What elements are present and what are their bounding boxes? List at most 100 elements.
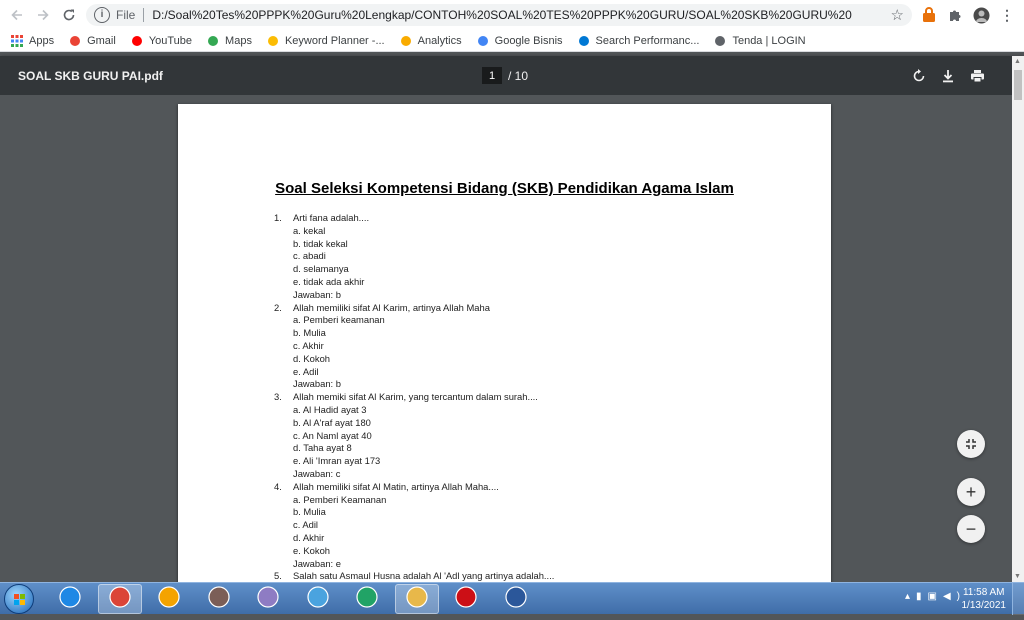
word-icon <box>504 585 528 614</box>
question-number: 4. <box>274 480 282 492</box>
pdf-toolbar: SOAL SKB GURU PAI.pdf / 10 <box>0 56 1024 95</box>
taskbar-app-button[interactable] <box>444 584 488 614</box>
start-button[interactable] <box>4 584 34 614</box>
document-heading: Soal Seleksi Kompetensi Bidang (SKB) Pen… <box>275 180 734 197</box>
taskbar-app-button[interactable] <box>48 584 92 614</box>
question-item-text: Arti fana adalah.... <box>293 212 370 223</box>
bookmark-label: Maps <box>225 34 252 47</box>
rotate-button[interactable] <box>910 67 928 85</box>
taskbar-app-button[interactable] <box>246 584 290 614</box>
answer-option-text: b. Al A'raf ayat 180 <box>293 416 371 428</box>
bookmark-star-icon[interactable]: ☆ <box>891 6 904 24</box>
tray-chevron-icon[interactable]: ▴ <box>905 591 916 602</box>
fit-page-button[interactable] <box>957 430 985 458</box>
plus-icon: + <box>965 481 977 502</box>
taskbar-app-button[interactable] <box>296 584 340 614</box>
notes-icon <box>306 585 330 614</box>
clock-date: 1/13/2021 <box>961 600 1007 611</box>
windows-logo-icon <box>14 594 25 605</box>
signal-icon: ▮ <box>916 591 928 602</box>
bookmark-label: Google Bisnis <box>494 34 563 47</box>
pdf-page: Soal Seleksi Kompetensi Bidang (SKB) Pen… <box>178 104 831 582</box>
taskbar-app-button[interactable] <box>345 584 389 614</box>
bookmark-item[interactable]: Gmail <box>68 34 116 48</box>
question-item-text: Allah memiki sifat Al Karim, yang tercan… <box>293 391 538 403</box>
zoom-out-button[interactable]: − <box>957 515 985 543</box>
bing-icon <box>577 34 591 48</box>
answer-option-text: b. Mulia <box>293 506 326 518</box>
download-button[interactable] <box>939 67 957 85</box>
bookmark-item[interactable]: Search Performanc... <box>577 34 700 48</box>
info-icon[interactable]: i <box>94 7 110 23</box>
answer-option-text: e. tidak ada akhir <box>293 275 365 287</box>
profile-avatar[interactable] <box>972 6 990 24</box>
apps-grid-icon <box>10 34 24 48</box>
bookmark-item[interactable]: Google Bisnis <box>476 34 563 48</box>
reload-icon <box>63 9 75 21</box>
bookmark-item[interactable]: YouTube <box>130 34 192 48</box>
google-ads-icon <box>266 34 280 48</box>
taskbar-app-button[interactable] <box>494 584 538 614</box>
taskbar-app-button[interactable] <box>394 584 439 614</box>
system-tray[interactable]: ▴▮▣◀) <box>905 591 966 602</box>
page-total: / 10 <box>508 68 529 83</box>
question-number: 1. <box>274 212 282 223</box>
omnibox-separator <box>143 8 145 22</box>
bookmark-label: Keyword Planner -... <box>284 34 385 47</box>
print-button[interactable] <box>968 67 986 85</box>
taskbar-app-button[interactable] <box>97 584 142 614</box>
print-icon <box>970 70 984 83</box>
puzzle-icon <box>950 10 961 21</box>
extensions-puzzle-icon[interactable] <box>946 6 964 24</box>
answer-option-text: d. Akhir <box>293 531 325 543</box>
youtube-icon <box>130 34 144 48</box>
gmail-icon <box>68 34 82 48</box>
lock-extension-icon <box>923 7 935 22</box>
file-explorer-icon <box>405 585 429 614</box>
bookmark-item[interactable]: Tenda | LOGIN <box>713 34 806 48</box>
bookmark-label: Gmail <box>87 34 116 47</box>
answer-key-text: Jawaban: e <box>293 557 341 569</box>
bookmark-label: YouTube <box>148 34 193 47</box>
question-number: 2. <box>274 301 282 313</box>
taskbar-clock[interactable]: 11:58 AM 1/13/2021 <box>962 586 1007 612</box>
answer-option-text: e. Ali 'Imran ayat 173 <box>293 455 381 467</box>
internet-explorer-icon <box>58 585 82 614</box>
zoom-in-button[interactable]: + <box>957 478 985 506</box>
reload-button[interactable] <box>56 0 82 30</box>
scroll-up-arrow-icon[interactable]: ▲ <box>1014 58 1021 65</box>
url-text[interactable]: D:/Soal%20Tes%20PPPK%20Guru%20Lengkap/CO… <box>152 8 852 22</box>
answer-option-text: a. Pemberi keamanan <box>293 314 385 326</box>
taskbar-app-button[interactable] <box>197 584 241 614</box>
show-desktop-button[interactable] <box>1012 583 1024 615</box>
chrome-icon <box>108 585 132 614</box>
vertical-scrollbar[interactable]: ▲ ▼ <box>1012 56 1024 582</box>
fit-to-page-icon <box>966 439 976 449</box>
extension-lock-icon[interactable] <box>920 6 938 24</box>
bookmark-item[interactable]: Apps <box>10 34 54 48</box>
bookmark-item[interactable]: Keyword Planner -... <box>266 34 385 48</box>
page-number-input[interactable] <box>482 67 502 84</box>
scroll-down-arrow-icon[interactable]: ▼ <box>1014 573 1021 580</box>
answer-option-text: d. Taha ayat 8 <box>293 442 352 454</box>
scroll-thumb[interactable] <box>1014 70 1022 100</box>
bookmark-item[interactable]: Maps <box>206 34 252 48</box>
answer-option-text: b. Mulia <box>293 327 326 339</box>
forward-button[interactable] <box>30 0 56 30</box>
pdf-viewport[interactable]: Soal Seleksi Kompetensi Bidang (SKB) Pen… <box>0 95 1012 582</box>
bookmark-label: Search Performanc... <box>595 34 700 47</box>
bookmark-item[interactable]: Analytics <box>399 34 462 48</box>
network-icon[interactable]: ▣ <box>928 591 943 602</box>
download-icon <box>943 70 953 83</box>
answer-option-text: c. Akhir <box>293 339 324 351</box>
bookmark-label: Tenda | LOGIN <box>732 34 806 47</box>
omnibox[interactable]: i File D:/Soal%20Tes%20PPPK%20Guru%20Len… <box>86 4 912 26</box>
bookmark-label: Apps <box>29 34 55 47</box>
windows-taskbar: ▴▮▣◀) 11:58 AM 1/13/2021 <box>0 582 1024 615</box>
bookmark-label: Analytics <box>417 34 462 47</box>
answer-option-text: d. selamanya <box>293 263 349 275</box>
menu-kebab-icon[interactable]: ⋮ <box>998 6 1016 24</box>
back-button[interactable] <box>4 0 30 30</box>
taskbar-app-button[interactable] <box>147 584 191 614</box>
question-number: 3. <box>274 391 282 403</box>
